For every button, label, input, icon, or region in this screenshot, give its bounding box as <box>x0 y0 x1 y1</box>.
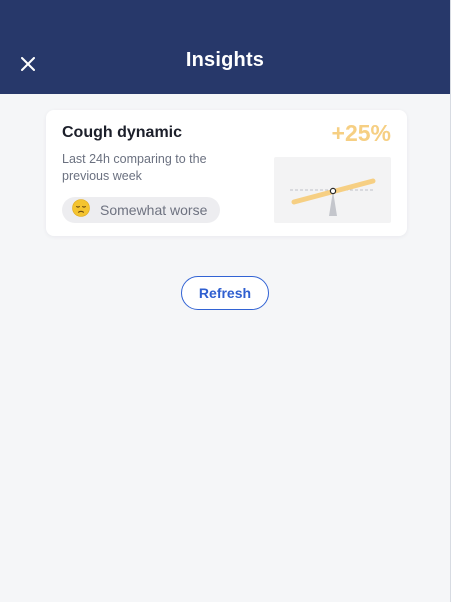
refresh-button[interactable]: Refresh <box>181 276 269 310</box>
app-header: Insights <box>0 0 450 94</box>
cough-dynamic-card: Cough dynamic Last 24h comparing to the … <box>46 110 407 236</box>
seesaw-icon <box>290 178 376 216</box>
page-title: Insights <box>185 49 265 71</box>
card-subtitle: Last 24h comparing to the previous week <box>62 152 207 183</box>
percent-change: +25% <box>331 120 391 146</box>
sad-face-icon <box>72 198 90 222</box>
card-title: Cough dynamic <box>62 124 183 141</box>
status-label: Somewhat worse <box>100 202 208 218</box>
status-badge: Somewhat worse <box>62 197 221 223</box>
trend-illustration <box>274 157 391 223</box>
